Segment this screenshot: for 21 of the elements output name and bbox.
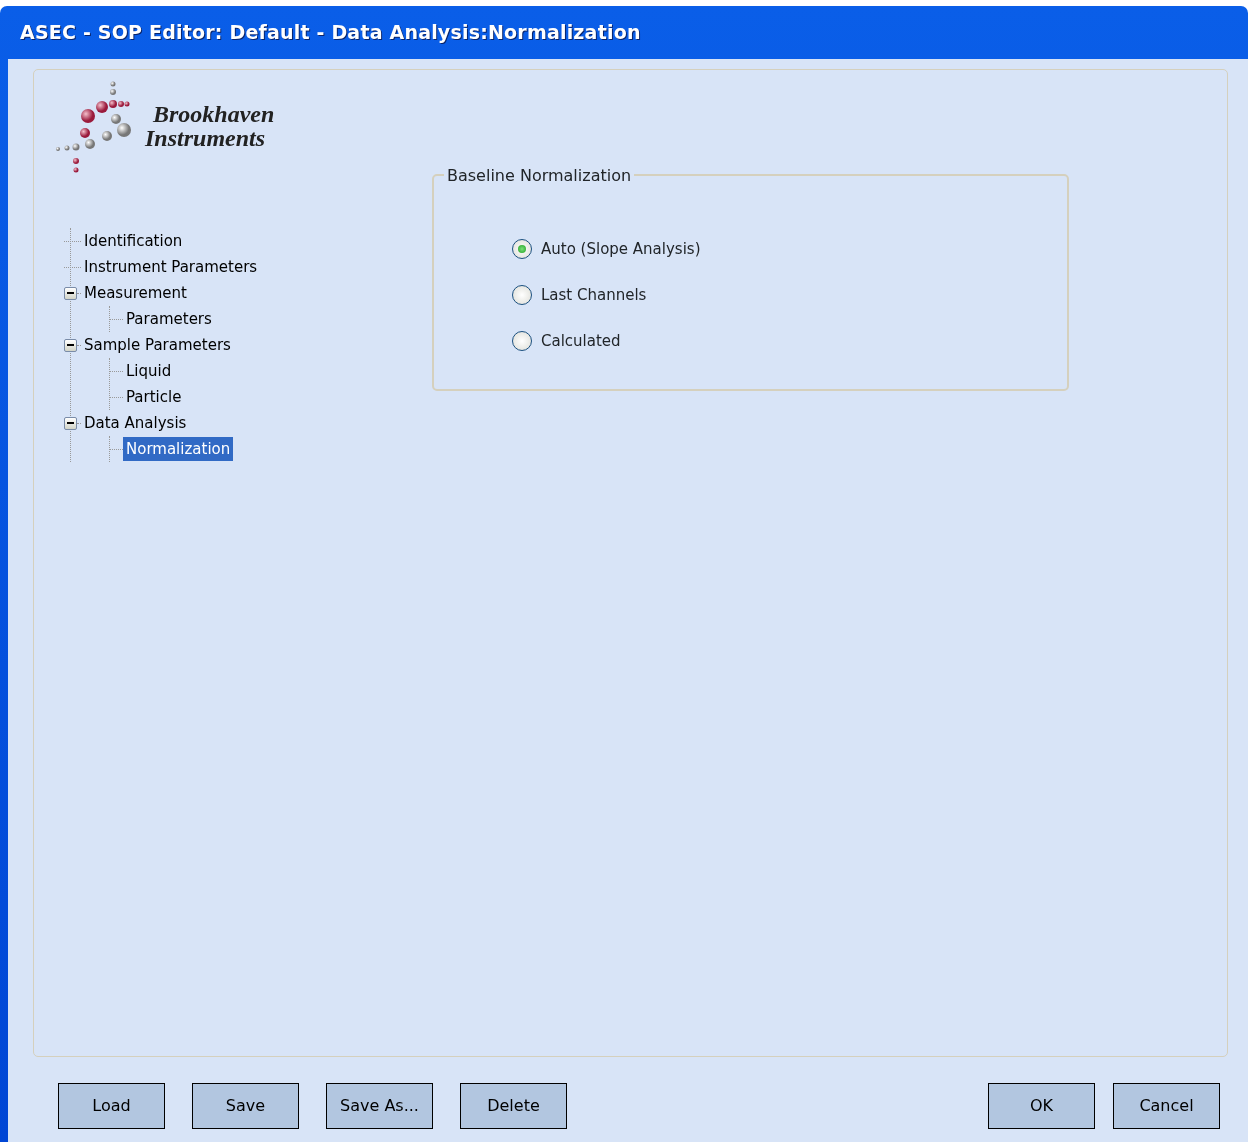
tree-item[interactable]: Particle	[123, 384, 185, 410]
dialog-button[interactable]: Delete	[460, 1083, 567, 1129]
dialog-button[interactable]: OK	[988, 1083, 1095, 1129]
window-title: ASEC - SOP Editor: Default - Data Analysis:Normalization	[19, 20, 642, 46]
tree-item[interactable]: Data Analysis	[81, 410, 190, 436]
tree-item[interactable]: Identification	[81, 228, 186, 254]
dialog-button[interactable]: Load	[58, 1083, 165, 1129]
radio-label: Last Channels	[541, 284, 647, 306]
logo-text: Brookhaven	[153, 102, 275, 126]
logo-text: Instruments	[145, 126, 267, 150]
radio-label: Auto (Slope Analysis)	[541, 238, 701, 260]
tree-item[interactable]: Instrument Parameters	[81, 254, 261, 280]
dialog-button[interactable]: Save As...	[326, 1083, 433, 1129]
tree-item[interactable]: Parameters	[123, 306, 215, 332]
tree-item[interactable]: Sample Parameters	[81, 332, 234, 358]
tree-item[interactable]: Liquid	[123, 358, 175, 384]
dialog-button[interactable]: Save	[192, 1083, 299, 1129]
radio-label: Calculated	[541, 330, 621, 352]
tree-item[interactable]: Measurement	[81, 280, 190, 306]
dialog-button[interactable]: Cancel	[1113, 1083, 1220, 1129]
tree-item[interactable]: Normalization	[123, 436, 234, 462]
